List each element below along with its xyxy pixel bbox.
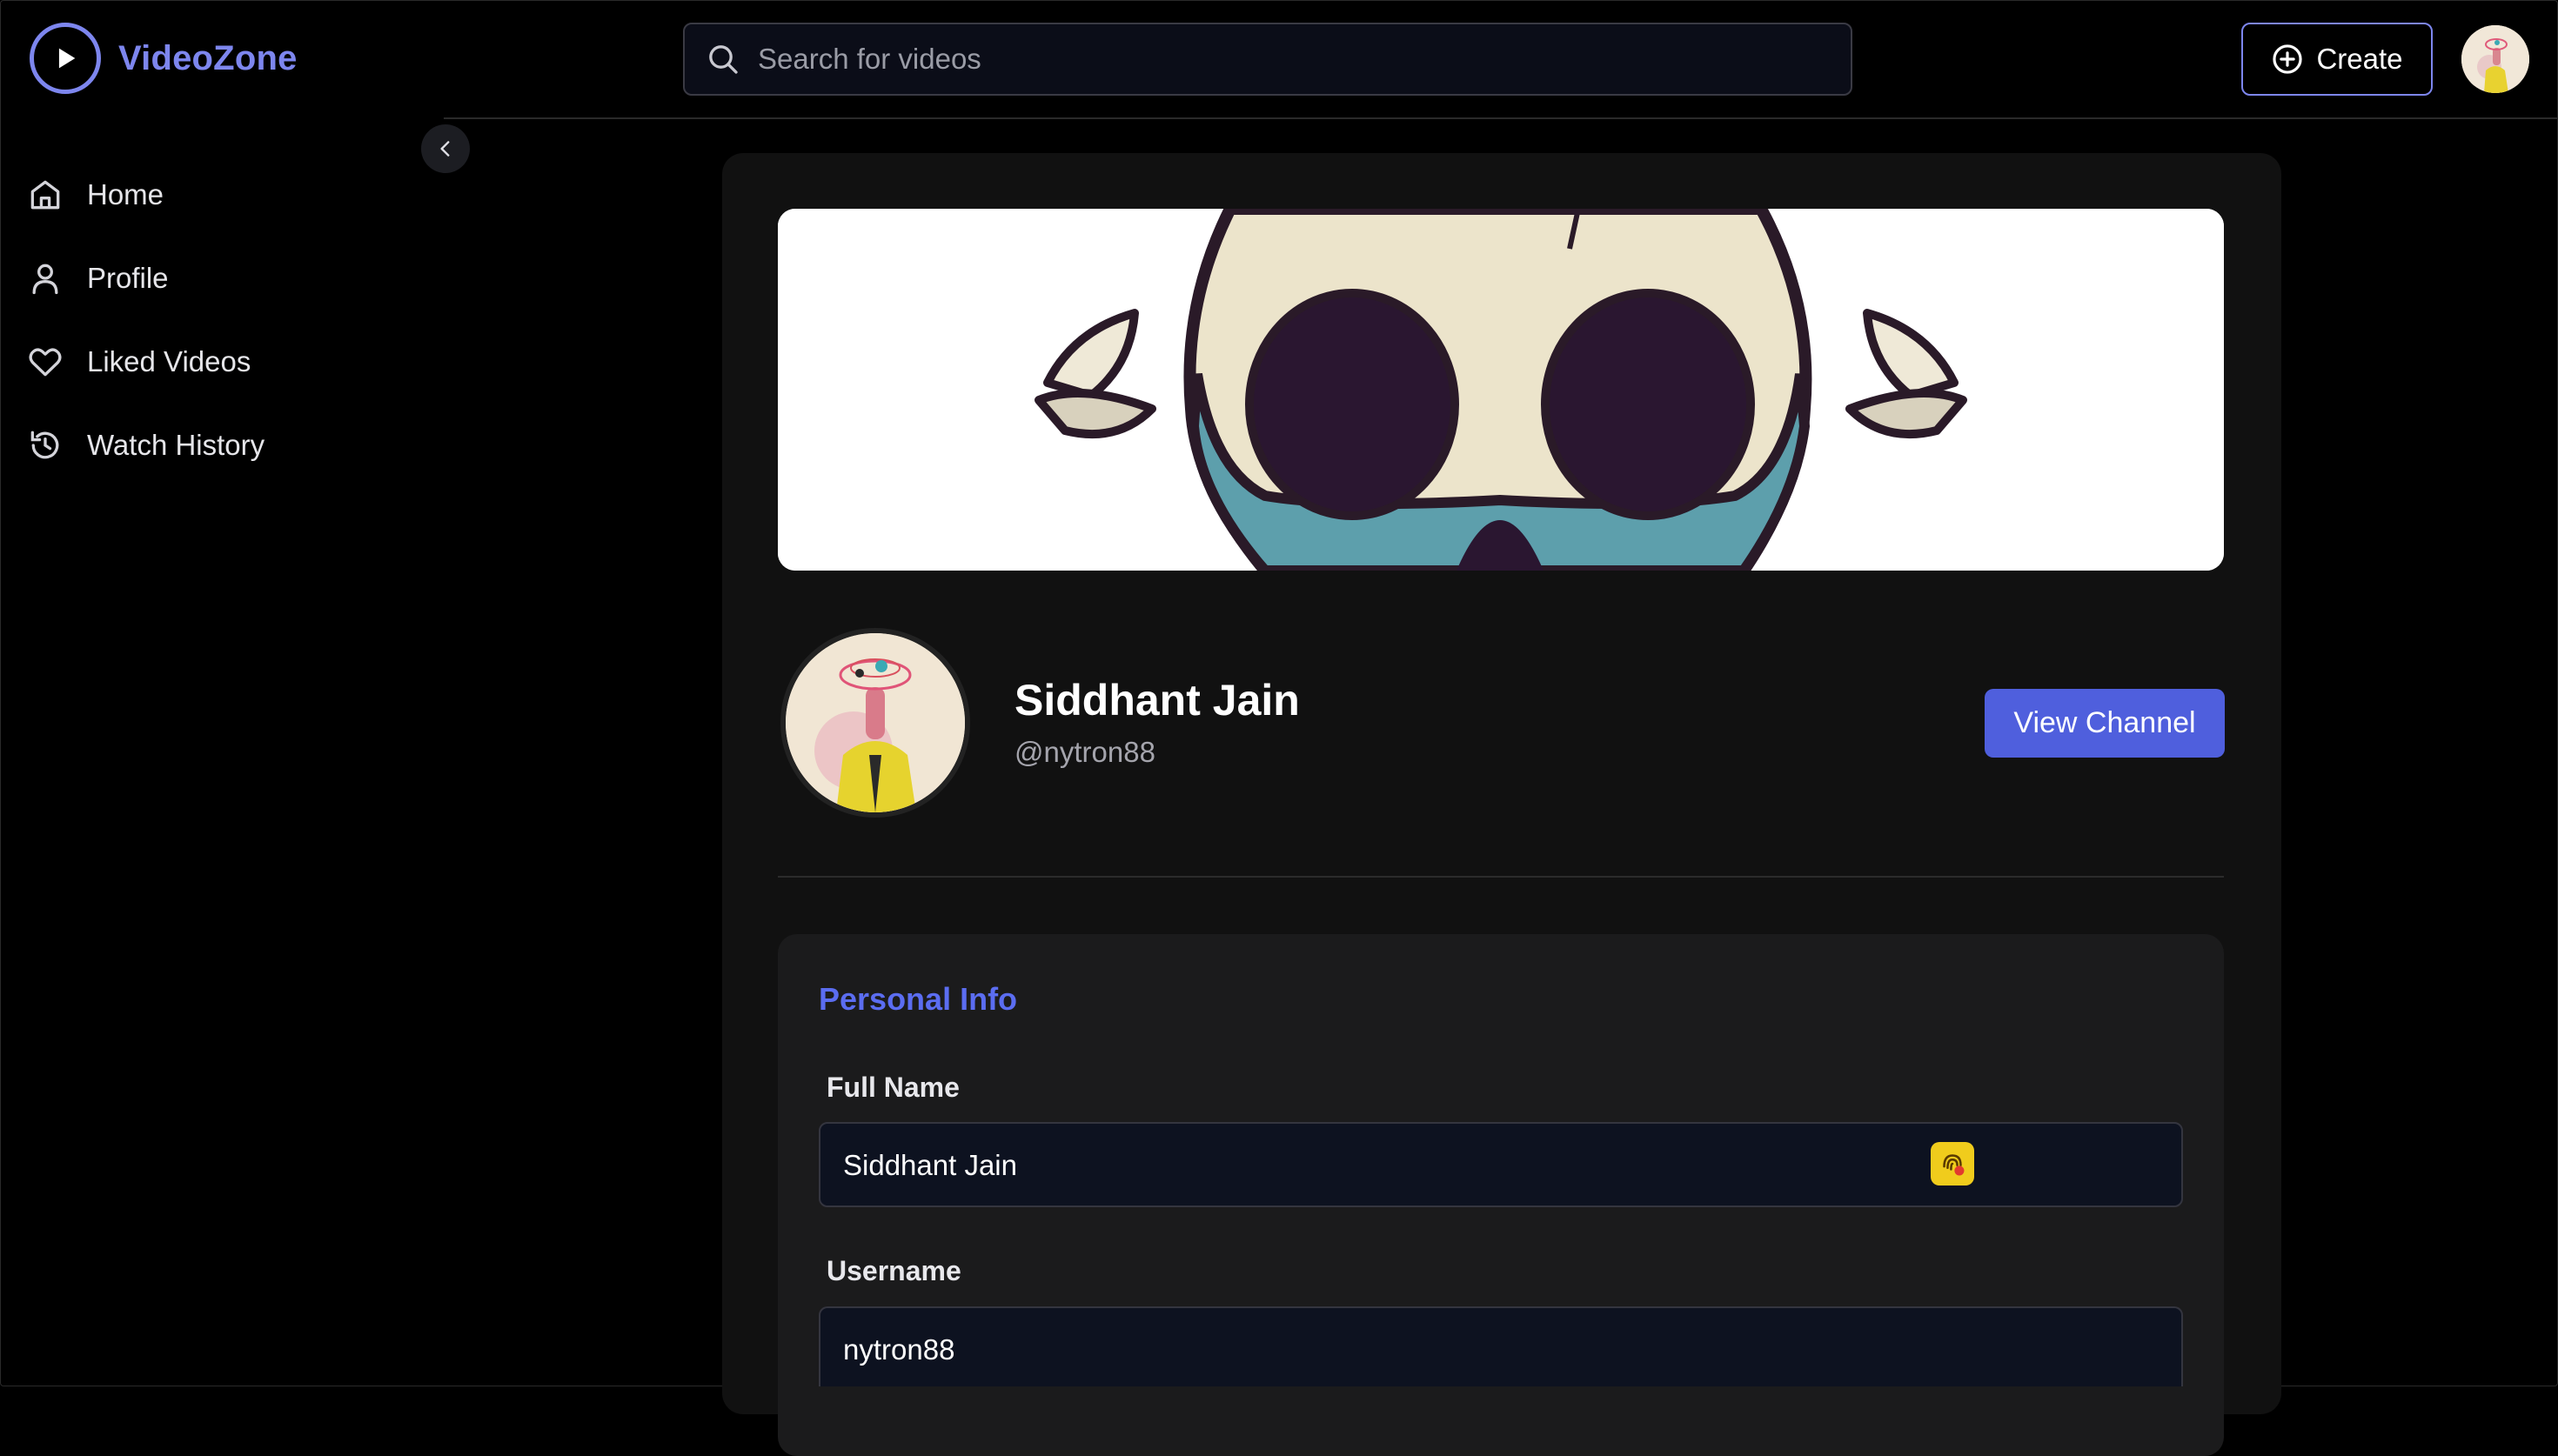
home-icon	[30, 180, 60, 210]
app-logo[interactable]: VideoZone	[30, 23, 298, 94]
view-channel-button[interactable]: View Channel	[1985, 689, 2225, 758]
search-icon	[709, 45, 738, 74]
plus-circle-icon	[2273, 44, 2303, 74]
full-name-input[interactable]	[841, 1124, 1889, 1207]
password-manager-icon[interactable]	[1931, 1142, 1974, 1186]
cover-image	[778, 209, 2224, 571]
chevron-left-icon	[440, 141, 450, 157]
user-icon	[32, 264, 58, 295]
sidebar-item-label: Home	[87, 178, 164, 210]
full-name-label: Full Name	[827, 1072, 960, 1103]
play-icon	[30, 23, 101, 94]
sidebar-item-label: Liked Videos	[87, 345, 251, 377]
username-input[interactable]	[841, 1308, 1889, 1392]
heart-icon	[29, 348, 62, 377]
profile-avatar	[780, 628, 970, 818]
sidebar-item-liked-videos[interactable]: Liked Videos	[26, 320, 265, 404]
history-icon	[30, 431, 59, 459]
create-button-label: Create	[2316, 43, 2403, 75]
personal-info-title: Personal Info	[819, 981, 1018, 1017]
sidebar-collapse-button[interactable]	[421, 124, 470, 173]
profile-handle: @nytron88	[1014, 736, 1155, 768]
search-input[interactable]	[756, 42, 1804, 77]
header-divider	[444, 117, 2558, 119]
sidebar: Home Profile Liked Videos Watch History	[26, 153, 265, 487]
user-avatar[interactable]	[2461, 25, 2529, 93]
sidebar-item-watch-history[interactable]: Watch History	[26, 404, 265, 487]
search-bar[interactable]	[683, 23, 1852, 96]
sidebar-item-label: Profile	[87, 262, 169, 294]
full-name-field[interactable]	[819, 1122, 2183, 1207]
sidebar-item-home[interactable]: Home	[26, 153, 265, 237]
username-label: Username	[827, 1255, 961, 1286]
app-name: VideoZone	[118, 38, 298, 77]
username-field[interactable]	[819, 1306, 2183, 1392]
profile-name: Siddhant Jain	[1014, 676, 1300, 725]
sidebar-item-profile[interactable]: Profile	[26, 237, 265, 320]
section-divider	[778, 876, 2224, 878]
create-button[interactable]: Create	[2241, 23, 2433, 96]
sidebar-item-label: Watch History	[87, 429, 265, 461]
